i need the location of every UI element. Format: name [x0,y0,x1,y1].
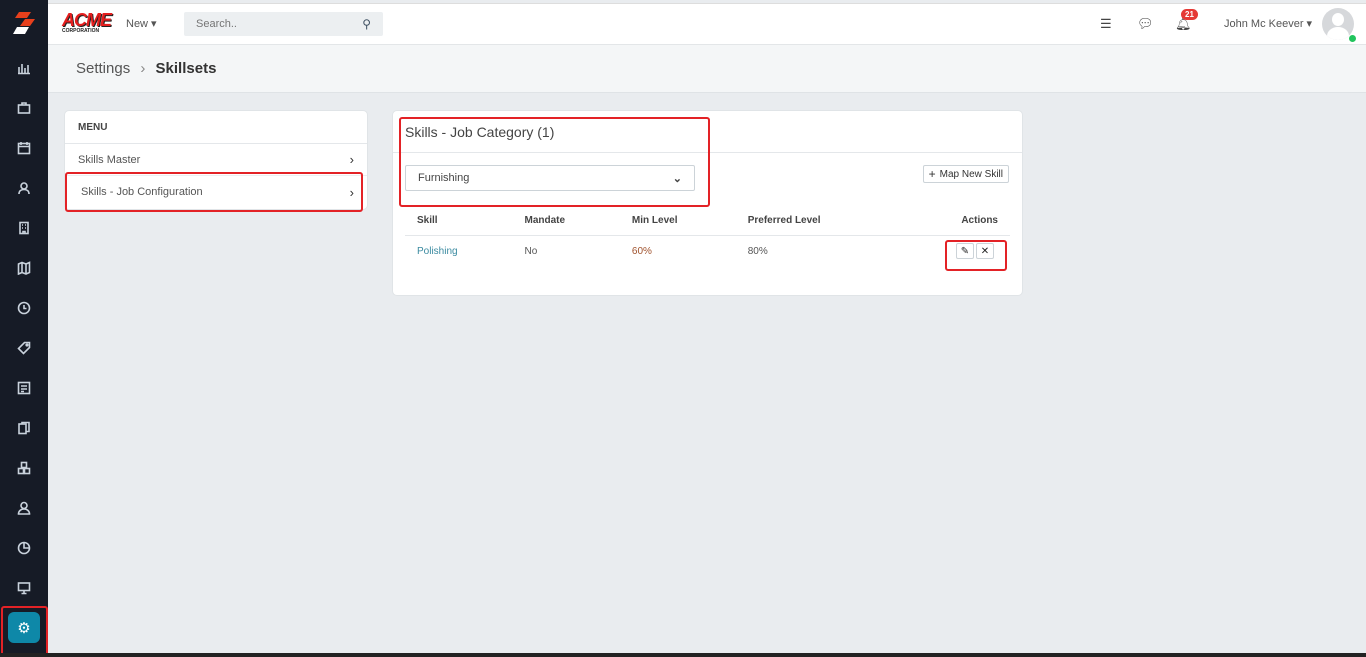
brand-logo[interactable]: ACME CORPORATION [62,11,112,34]
user-icon[interactable] [14,498,34,518]
app-logo[interactable] [11,10,37,36]
tag-icon[interactable] [14,338,34,358]
chevron-right-icon: › [349,184,354,200]
pie-chart-icon[interactable] [14,538,34,558]
map-new-skill-button[interactable]: + Map New Skill [922,165,1009,183]
preferred-level-value: 80% [747,245,768,257]
breadcrumb-current: Skillsets [155,60,217,77]
menu-item-skills-job-configuration[interactable]: Skills - Job Configuration › [65,176,367,208]
briefcase-icon[interactable] [14,98,34,118]
pencil-icon: ✎ [960,245,970,257]
search-input[interactable] [196,18,346,30]
col-min-level: Min Level [619,210,736,236]
row-actions: ✎ ✕ [897,236,1010,267]
building-icon[interactable] [14,218,34,238]
col-mandate: Mandate [512,210,620,236]
sidebar: ⚙ [0,0,48,657]
table-row: Polishing No 60% 80% ✎ ✕ [405,236,1010,267]
close-icon: ✕ [980,245,990,257]
bottom-bar [0,653,1366,657]
cubes-icon[interactable] [14,458,34,478]
clock-icon[interactable] [14,298,34,318]
calendar-icon[interactable] [14,138,34,158]
menu-item-label: Skills Master [78,153,141,166]
col-preferred-level: Preferred Level [735,210,897,236]
mandate-value: No [524,245,538,257]
notification-badge: 21 [1181,9,1198,20]
selected-category: Furnishing [418,172,470,184]
edit-button[interactable]: ✎ [956,243,974,259]
online-status-dot [1349,35,1356,42]
map-button-label: Map New Skill [939,168,1003,180]
new-dropdown[interactable]: New ▾ [126,17,157,30]
top-bar: ACMECORPORATION New ▾ ⚲ ☰ 💬︎ 🔔︎ 21 John … [48,3,1366,45]
monitor-icon[interactable] [14,578,34,598]
skills-table: Skill Mandate Min Level Preferred Level … [405,210,1010,266]
min-level-value: 60% [631,245,652,257]
users-icon[interactable] [14,178,34,198]
settings-menu: MENU Skills Master › Skills - Job Configu… [64,110,368,210]
list-card-icon[interactable] [14,378,34,398]
chat-icon[interactable]: 💬︎ [1137,16,1154,32]
analytics-icon[interactable] [14,58,34,78]
gear-icon: ⚙ [17,619,31,637]
panel-title: Skills - Job Category (1) [393,111,1022,153]
breadcrumb-settings[interactable]: Settings [76,60,130,77]
col-actions: Actions [896,210,1010,236]
plus-icon: + [928,167,936,181]
documents-icon[interactable] [14,418,34,438]
map-icon[interactable] [14,258,34,278]
chevron-right-icon: › [349,152,354,167]
list-icon[interactable]: ☰ [1100,16,1112,32]
chevron-down-icon: ⌄ [672,172,682,185]
breadcrumb-separator: › [140,60,146,77]
settings-button[interactable]: ⚙ [8,612,40,643]
skills-panel: Skills - Job Category (1) Furnishing ⌄ + M… [392,110,1023,296]
col-skill: Skill [405,210,513,236]
skill-name[interactable]: Polishing [405,236,512,267]
breadcrumb: Settings › Skillsets [48,45,1366,93]
menu-heading: MENU [65,111,367,144]
user-menu[interactable]: John Mc Keever ▾ [1224,17,1312,30]
search-icon[interactable]: ⚲ [362,17,371,31]
search-box: ⚲ [184,12,383,36]
menu-item-label: Skills - Job Configuration [81,186,203,198]
job-category-select[interactable]: Furnishing ⌄ [405,165,695,191]
menu-item-skills-master[interactable]: Skills Master › [65,144,367,176]
delete-button[interactable]: ✕ [976,243,994,259]
